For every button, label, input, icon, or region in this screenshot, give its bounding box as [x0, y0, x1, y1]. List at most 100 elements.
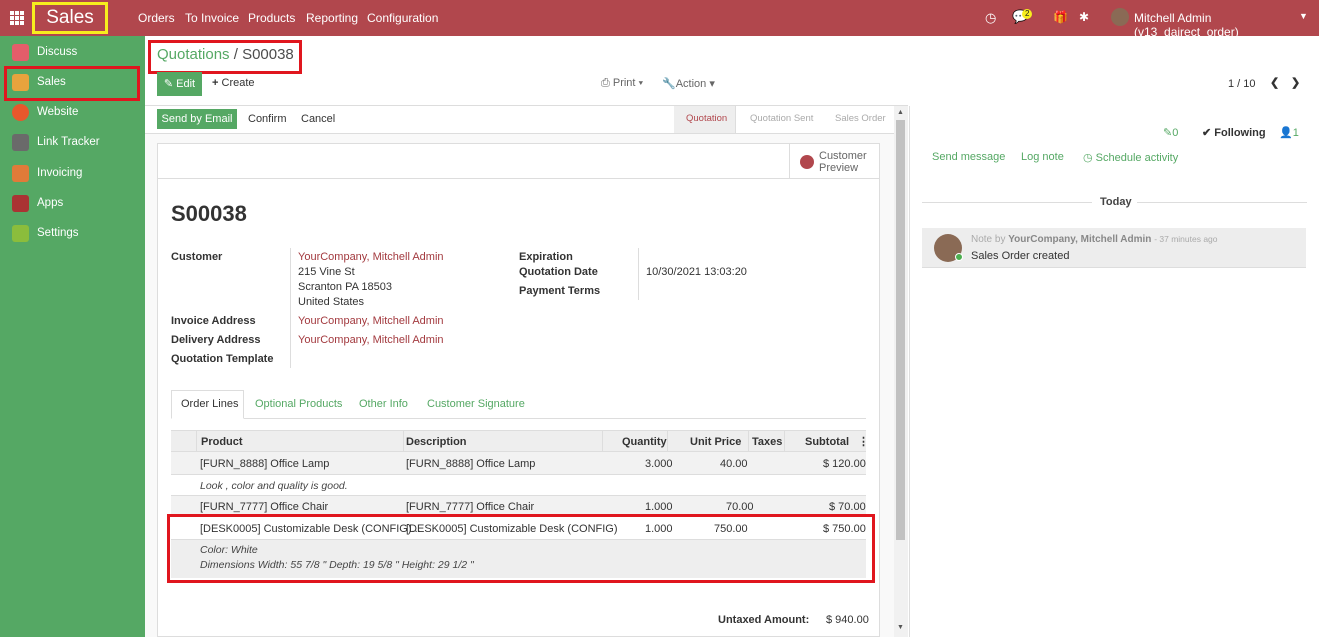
link-icon: [12, 134, 29, 151]
customer-preview-label-1: Customer: [819, 150, 867, 162]
log-note-button[interactable]: Log note: [1021, 151, 1064, 163]
create-button[interactable]: + Create: [212, 77, 255, 89]
field-divider: [290, 248, 291, 368]
followers-count[interactable]: 👤1: [1279, 126, 1299, 139]
gear-icon: [12, 225, 29, 242]
scrollbar-thumb[interactable]: [896, 120, 905, 540]
top-navbar: Sales Orders To Invoice Products Reporti…: [0, 0, 1319, 39]
today-label: Today: [1100, 196, 1132, 208]
line-description: [FURN_8888] Office Lamp: [406, 458, 536, 470]
column-header-taxes[interactable]: Taxes: [752, 436, 782, 448]
untaxed-amount-label: Untaxed Amount:: [718, 614, 810, 626]
breadcrumb-highlight-box: [148, 40, 302, 74]
sidebar-item-label: Settings: [37, 227, 79, 239]
menu-products[interactable]: Products: [248, 11, 295, 25]
globe-icon: [800, 155, 814, 169]
desk-line-highlight-box: [167, 514, 875, 583]
line-note: Look , color and quality is good.: [200, 480, 348, 492]
message-author[interactable]: YourCompany, Mitchell Admin: [1008, 234, 1151, 245]
menu-orders[interactable]: Orders: [138, 11, 175, 25]
sidebar-item-link-tracker[interactable]: Link Tracker: [0, 128, 145, 156]
line-unit-price: 70.00: [726, 501, 754, 513]
customer-address-line: Scranton PA 18503: [298, 281, 392, 293]
menu-reporting[interactable]: Reporting: [306, 11, 358, 25]
tab-optional-products[interactable]: Optional Products: [255, 398, 342, 410]
messages-count-badge: 2: [1022, 9, 1033, 19]
apps-sidebar: Discuss Sales Website Link Tracker Invoi…: [0, 36, 145, 637]
action-dropdown[interactable]: 🔧Action ▾: [662, 77, 715, 90]
menu-configuration[interactable]: Configuration: [367, 11, 438, 25]
quotation-template-label: Quotation Template: [171, 353, 274, 365]
tab-other-info[interactable]: Other Info: [359, 398, 408, 410]
line-unit-price: 40.00: [720, 458, 748, 470]
delivery-address-link[interactable]: YourCompany, Mitchell Admin: [298, 334, 444, 346]
edit-button[interactable]: ✎ Edit: [157, 72, 202, 96]
pager-prev-icon[interactable]: ❮: [1270, 76, 1279, 89]
sidebar-item-settings[interactable]: Settings: [0, 219, 145, 247]
schedule-activity-button[interactable]: ◷ Schedule activity: [1083, 151, 1178, 164]
column-divider: [748, 431, 749, 451]
gift-icon[interactable]: 🎁: [1053, 10, 1068, 24]
invoice-address-label: Invoice Address: [171, 315, 256, 327]
pager-next-icon[interactable]: ❯: [1291, 76, 1300, 89]
print-dropdown[interactable]: ⎙ Print ▾: [601, 77, 643, 90]
sidebar-item-label: Website: [37, 106, 79, 118]
note-prefix: Note by: [971, 234, 1006, 245]
message-body: Sales Order created: [971, 250, 1070, 262]
message-time: - 37 minutes ago: [1154, 234, 1218, 244]
scroll-down-icon[interactable]: ▼: [897, 624, 904, 631]
send-by-email-button[interactable]: Send by Email: [157, 109, 237, 129]
confirm-button[interactable]: Confirm: [248, 113, 287, 125]
pager-value[interactable]: 1 / 10: [1228, 78, 1256, 90]
customer-address-line: 215 Vine St: [298, 266, 355, 278]
column-divider: [667, 431, 668, 451]
column-divider: [602, 431, 603, 451]
customer-label: Customer: [171, 251, 223, 263]
column-header-product[interactable]: Product: [201, 436, 243, 448]
activity-clock-icon[interactable]: ◷: [985, 10, 996, 26]
customer-link[interactable]: YourCompany, Mitchell Admin: [298, 251, 444, 263]
column-header-unit-price[interactable]: Unit Price: [690, 436, 741, 448]
column-options-icon[interactable]: ⋮: [858, 435, 869, 448]
invoice-icon: [12, 165, 29, 182]
cancel-button[interactable]: Cancel: [301, 113, 335, 125]
message-header: Note by YourCompany, Mitchell Admin - 37…: [971, 234, 1218, 245]
column-header-quantity[interactable]: Quantity: [622, 436, 667, 448]
column-header-description[interactable]: Description: [406, 436, 467, 448]
send-message-button[interactable]: Send message: [932, 151, 1005, 163]
print-label: Print: [612, 77, 636, 89]
globe-icon: [12, 104, 29, 121]
bug-icon[interactable]: ✱: [1079, 10, 1089, 24]
column-header-subtotal[interactable]: Subtotal: [805, 436, 849, 448]
sidebar-item-website[interactable]: Website: [0, 98, 145, 126]
scroll-up-icon[interactable]: ▲: [897, 109, 904, 116]
line-subtotal: $ 120.00: [823, 458, 866, 470]
expiration-label: Expiration: [519, 251, 573, 263]
sidebar-item-invoicing[interactable]: Invoicing: [0, 159, 145, 187]
payment-terms-label: Payment Terms: [519, 285, 601, 297]
line-product: [FURN_8888] Office Lamp: [200, 458, 330, 470]
invoice-address-link[interactable]: YourCompany, Mitchell Admin: [298, 315, 444, 327]
attachments-count[interactable]: ✎0: [1163, 126, 1178, 139]
user-avatar[interactable]: [1111, 8, 1129, 26]
tab-customer-signature[interactable]: Customer Signature: [427, 398, 525, 410]
app-brand[interactable]: Sales: [32, 2, 108, 34]
app-grid-icon[interactable]: [10, 11, 24, 25]
followers-count-value: 1: [1292, 127, 1299, 139]
user-menu[interactable]: Mitchell Admin (v13_dairect_order): [1134, 11, 1319, 39]
delivery-address-label: Delivery Address: [171, 334, 261, 346]
following-button[interactable]: ✔ Following: [1202, 126, 1266, 139]
column-divider: [403, 431, 404, 451]
tab-order-lines-label: Order Lines: [181, 398, 239, 410]
menu-to-invoice[interactable]: To Invoice: [185, 11, 239, 25]
caret-down-icon[interactable]: ▼: [1299, 11, 1308, 21]
quotation-date-value[interactable]: 10/30/2021 13:03:20: [646, 266, 747, 278]
sidebar-item-label: Link Tracker: [37, 136, 100, 148]
line-product: [FURN_7777] Office Chair: [200, 501, 329, 513]
sidebar-item-apps[interactable]: Apps: [0, 189, 145, 217]
sidebar-item-discuss[interactable]: Discuss: [0, 38, 145, 66]
buttonbox-divider: [157, 178, 880, 179]
line-description: [FURN_7777] Office Chair: [406, 501, 535, 513]
customer-preview-label-2: Preview: [819, 162, 859, 174]
customer-address-line: United States: [298, 296, 365, 308]
